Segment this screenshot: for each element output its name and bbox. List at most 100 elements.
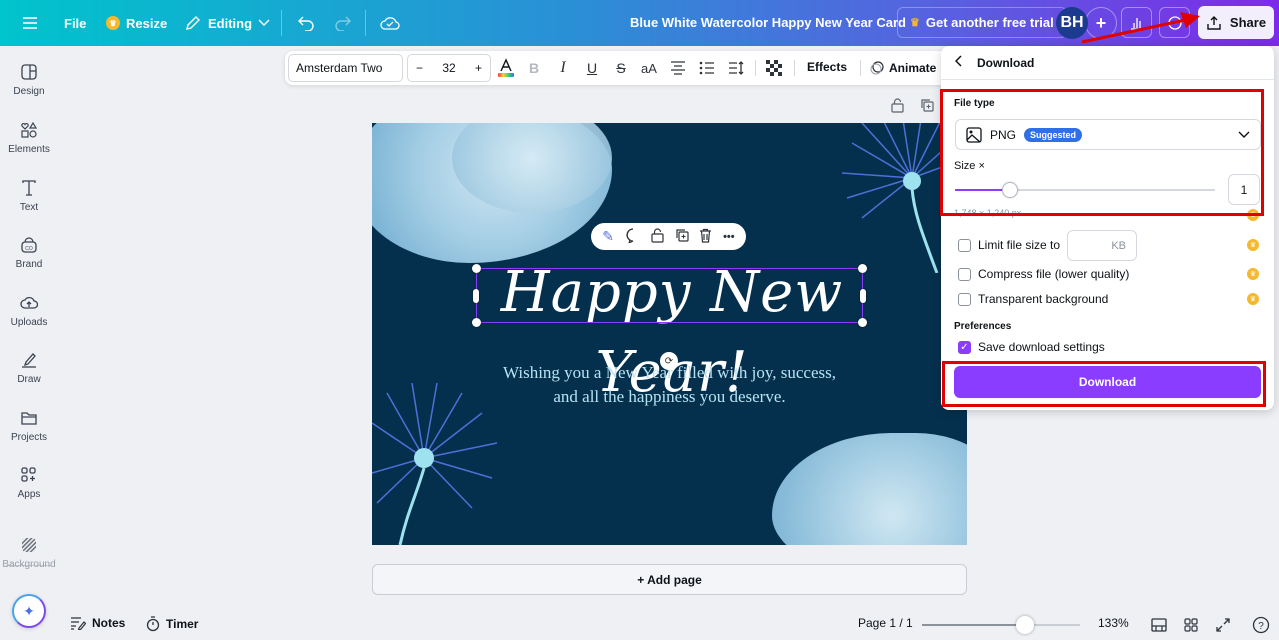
sidebar-item-text[interactable]: Text	[0, 179, 58, 229]
undo-icon	[298, 16, 314, 31]
save-settings-checkbox[interactable]: ✓	[958, 340, 971, 354]
duplicate-icon[interactable]	[675, 228, 689, 245]
file-menu-button[interactable]: File	[58, 7, 92, 39]
help-button[interactable]: ?	[1252, 616, 1270, 634]
design-canvas[interactable]: Happy New Year! ✎ ••• ⟳ Wishing you a Ne…	[372, 123, 967, 545]
sidebar-item-background[interactable]: Background	[0, 536, 58, 586]
bold-button[interactable]: B	[524, 58, 544, 78]
file-type-select[interactable]: PNG Suggested	[955, 119, 1261, 150]
resize-handle[interactable]	[472, 318, 481, 327]
animate-icon	[870, 61, 884, 75]
spacing-button[interactable]	[726, 58, 746, 78]
redo-button[interactable]	[328, 7, 358, 39]
letter-case-button[interactable]: aA	[639, 58, 659, 78]
download-button[interactable]: Download	[954, 366, 1261, 398]
resize-button[interactable]: ♛ Resize	[100, 7, 173, 39]
size-multiplier-input[interactable]: 1	[1228, 174, 1260, 205]
page-thumbnails-button[interactable]	[1150, 616, 1168, 634]
resize-handle-side[interactable]	[860, 289, 866, 303]
decrease-font-button[interactable]: −	[416, 61, 423, 75]
share-button[interactable]: Share	[1198, 6, 1274, 39]
notes-button[interactable]: Notes	[70, 616, 125, 630]
sidebar-item-projects[interactable]: Projects	[0, 409, 58, 459]
grid-view-button[interactable]	[1182, 616, 1200, 634]
font-family-select[interactable]: Amsterdam Two	[288, 54, 403, 82]
transparent-background-checkbox[interactable]	[958, 292, 971, 306]
svg-text:?: ?	[1258, 621, 1264, 632]
zoom-slider-thumb[interactable]	[1015, 616, 1034, 634]
free-trial-button[interactable]: ♛ Get another free trial	[897, 7, 1067, 38]
sidebar-item-brand[interactable]: CO Brand	[0, 236, 58, 286]
editing-mode-button[interactable]: Editing	[178, 7, 276, 39]
zoom-slider[interactable]	[922, 616, 1080, 634]
align-center-button[interactable]	[668, 58, 688, 78]
list-button[interactable]	[697, 58, 717, 78]
avatar[interactable]: BH	[1056, 7, 1088, 39]
elements-icon	[21, 121, 38, 138]
compress-file-checkbox[interactable]	[958, 267, 971, 281]
page-indicator[interactable]: Page 1 / 1	[858, 616, 913, 630]
strikethrough-button[interactable]: S	[611, 58, 631, 78]
animate-button[interactable]: Animate	[869, 60, 936, 76]
size-slider[interactable]	[955, 182, 1215, 198]
limit-file-size-option[interactable]: Limit file size to	[958, 238, 1060, 252]
crown-icon: ♛	[910, 17, 920, 29]
delete-icon[interactable]	[699, 228, 712, 246]
transparency-button[interactable]	[764, 58, 784, 78]
size-slider-thumb[interactable]	[1001, 182, 1018, 198]
invite-button[interactable]: +	[1085, 7, 1117, 39]
transparent-background-option[interactable]: Transparent background	[958, 292, 1108, 306]
element-context-toolbar: ✎ •••	[591, 223, 746, 250]
main-menu-button[interactable]	[16, 7, 44, 39]
save-download-settings-option[interactable]: ✓ Save download settings	[958, 340, 1105, 354]
text-icon	[22, 180, 36, 196]
file-size-kb-input[interactable]: KB	[1067, 230, 1137, 261]
undo-button[interactable]	[291, 7, 321, 39]
save-settings-label: Save download settings	[978, 340, 1105, 354]
lock-icon[interactable]	[651, 227, 664, 246]
lock-page-button[interactable]	[891, 98, 904, 116]
resize-handle[interactable]	[472, 264, 481, 273]
thumbnails-icon	[1151, 618, 1167, 632]
zoom-level[interactable]: 133%	[1098, 616, 1129, 630]
timer-button[interactable]: Timer	[146, 616, 198, 632]
add-page-button[interactable]: + Add page	[372, 564, 967, 595]
chevron-down-icon	[1238, 128, 1250, 142]
font-size-input[interactable]: 32	[442, 61, 455, 75]
increase-font-button[interactable]: +	[475, 61, 482, 75]
save-status-button[interactable]	[374, 7, 406, 39]
italic-button[interactable]: I	[553, 58, 573, 78]
fullscreen-button[interactable]	[1214, 616, 1232, 634]
divider	[755, 60, 756, 76]
sidebar-label: Projects	[10, 432, 48, 443]
top-bar: File ♛ Resize Editing Blue White Waterco…	[0, 0, 1279, 46]
sidebar-item-draw[interactable]: Draw	[0, 351, 58, 401]
text-color-button[interactable]	[496, 58, 516, 78]
add-comment-icon[interactable]	[625, 227, 641, 246]
insights-button[interactable]	[1121, 7, 1152, 38]
sidebar-item-design[interactable]: Design	[0, 63, 58, 113]
magic-assistant-button[interactable]: ✦	[12, 594, 46, 628]
magic-edit-icon[interactable]: ✎	[602, 228, 614, 245]
sidebar-item-uploads[interactable]: Uploads	[0, 294, 58, 344]
resize-handle[interactable]	[858, 318, 867, 327]
sparkle-icon: ✦	[23, 602, 35, 619]
uploads-icon	[20, 296, 38, 309]
hamburger-icon	[23, 17, 37, 29]
resize-handle[interactable]	[858, 264, 867, 273]
duplicate-page-button[interactable]	[920, 98, 934, 115]
document-title[interactable]: Blue White Watercolor Happy New Year Car…	[630, 15, 906, 30]
subtext[interactable]: Wishing you a New Year filled with joy, …	[462, 361, 877, 409]
sidebar-item-apps[interactable]: Apps	[0, 466, 58, 516]
back-button[interactable]	[954, 55, 963, 70]
comments-button[interactable]	[1159, 7, 1190, 38]
more-icon[interactable]: •••	[723, 231, 735, 243]
limit-file-size-checkbox[interactable]	[958, 238, 971, 252]
draw-icon	[22, 353, 36, 368]
font-name: Amsterdam Two	[296, 61, 383, 75]
underline-button[interactable]: U	[582, 58, 602, 78]
resize-handle-side[interactable]	[473, 289, 479, 303]
effects-button[interactable]: Effects	[807, 60, 847, 74]
compress-file-option[interactable]: Compress file (lower quality)	[958, 267, 1129, 281]
sidebar-item-elements[interactable]: Elements	[0, 121, 58, 171]
